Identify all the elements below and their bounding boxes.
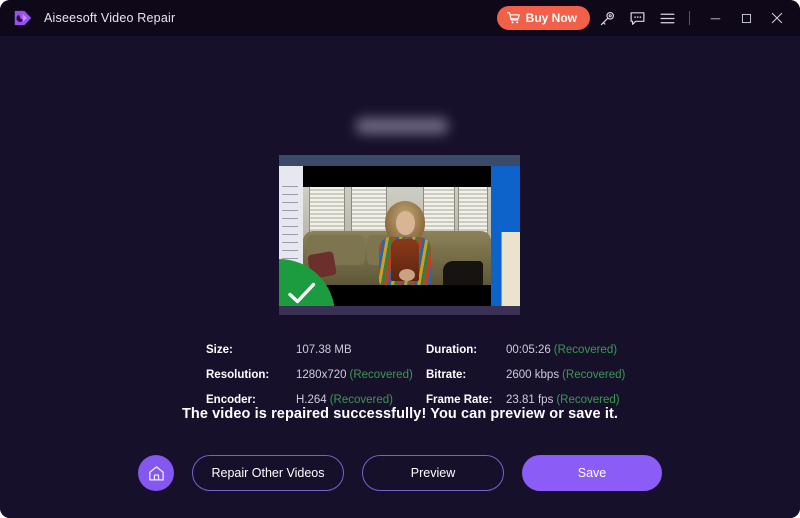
minimize-icon: [708, 11, 723, 26]
success-message: The video is repaired successfully! You …: [0, 406, 800, 422]
thumbnail-right-panel-secondary: [501, 232, 520, 306]
recovered-tag: (Recovered): [556, 394, 619, 406]
preview-label: Preview: [411, 466, 455, 480]
app-title: Aiseesoft Video Repair: [44, 11, 175, 25]
titlebar-separator: [689, 11, 690, 25]
application-window: Aiseesoft Video Repair Buy Now: [0, 0, 800, 518]
video-still-scene: [303, 187, 491, 285]
key-icon: [599, 10, 616, 27]
minimize-button[interactable]: [702, 5, 728, 31]
info-label-resolution: Resolution:: [206, 369, 296, 381]
info-value-encoder-text: H.264: [296, 394, 327, 406]
action-bar: Repair Other Videos Preview Save: [0, 450, 800, 496]
close-icon: [769, 10, 785, 26]
thumbnail-top-strip: [279, 155, 520, 166]
title-bar: Aiseesoft Video Repair Buy Now: [0, 0, 800, 36]
scene-subject-face: [396, 211, 415, 235]
thumbnail-bottom-strip: [279, 306, 520, 315]
video-frame: [303, 166, 491, 306]
maximize-icon: [739, 11, 754, 26]
scene-subject-hands: [399, 269, 415, 281]
video-info-table: Size: 107.38 MB Duration: 00:05:26(Recov…: [206, 344, 626, 406]
info-value-resolution: 1280x720(Recovered): [296, 369, 426, 381]
info-value-duration-text: 00:05:26: [506, 344, 551, 356]
titlebar-controls: Buy Now: [497, 5, 790, 31]
info-label-frame-rate: Frame Rate:: [426, 394, 506, 406]
save-button[interactable]: Save: [522, 455, 662, 491]
buy-now-button[interactable]: Buy Now: [497, 6, 590, 30]
scene-foreground-object: [443, 261, 483, 285]
check-mark-icon: [288, 282, 316, 306]
info-value-resolution-text: 1280x720: [296, 369, 347, 381]
recovered-tag: (Recovered): [330, 394, 393, 406]
maximize-button[interactable]: [733, 5, 759, 31]
main-content: Size: 107.38 MB Duration: 00:05:26(Recov…: [0, 36, 800, 518]
info-value-frame-rate-text: 23.81 fps: [506, 394, 553, 406]
recovered-tag: (Recovered): [350, 369, 413, 381]
info-value-frame-rate: 23.81 fps(Recovered): [506, 394, 626, 406]
recovered-tag: (Recovered): [562, 369, 625, 381]
repair-other-videos-label: Repair Other Videos: [211, 466, 324, 480]
play-logo-icon: [12, 7, 34, 29]
home-button[interactable]: [138, 455, 174, 491]
info-label-bitrate: Bitrate:: [426, 369, 506, 381]
repair-other-videos-button[interactable]: Repair Other Videos: [192, 455, 344, 491]
info-value-encoder: H.264(Recovered): [296, 394, 426, 406]
buy-now-label: Buy Now: [526, 11, 577, 25]
recovered-tag: (Recovered): [554, 344, 617, 356]
info-value-size-text: 107.38 MB: [296, 344, 352, 356]
info-value-bitrate: 2600 kbps(Recovered): [506, 369, 626, 381]
video-thumbnail[interactable]: [279, 155, 520, 315]
info-label-size: Size:: [206, 344, 296, 356]
save-label: Save: [578, 466, 607, 480]
preview-button[interactable]: Preview: [362, 455, 504, 491]
close-button[interactable]: [764, 5, 790, 31]
key-button[interactable]: [594, 5, 620, 31]
info-value-size: 107.38 MB: [296, 344, 426, 356]
video-file-name-redacted: [356, 118, 448, 134]
info-value-bitrate-text: 2600 kbps: [506, 369, 559, 381]
shopping-cart-icon: [507, 11, 521, 25]
feedback-button[interactable]: [624, 5, 650, 31]
info-value-duration: 00:05:26(Recovered): [506, 344, 626, 356]
info-label-encoder: Encoder:: [206, 394, 296, 406]
chat-bubble-icon: [629, 10, 646, 27]
menu-button[interactable]: [654, 5, 680, 31]
info-label-duration: Duration:: [426, 344, 506, 356]
home-icon: [147, 464, 166, 483]
hamburger-menu-icon: [659, 10, 676, 27]
